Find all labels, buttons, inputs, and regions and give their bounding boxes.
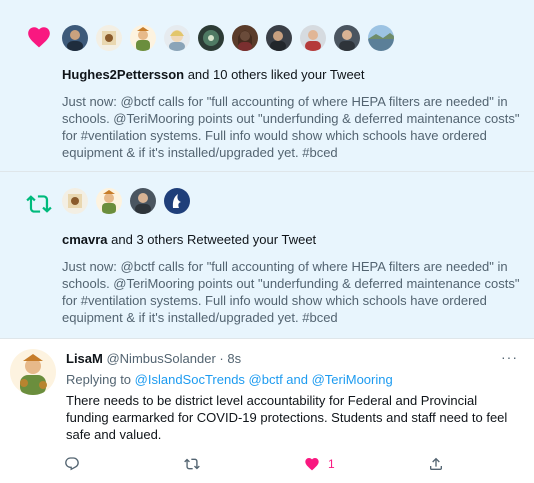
avatar[interactable] [130, 188, 156, 214]
tweet-time[interactable]: · 8s [216, 351, 241, 366]
reply-icon [65, 457, 79, 471]
retweet-button[interactable] [184, 456, 200, 472]
heart-icon [28, 27, 50, 48]
replying-to-links[interactable]: @IslandSocTrends @bctf and @TeriMooring [135, 372, 393, 387]
avatar[interactable] [164, 188, 190, 214]
retweet-notification[interactable]: cmavra and 3 others Retweeted your Tweet… [0, 172, 534, 339]
replying-to: Replying to @IslandSocTrends @bctf and @… [66, 372, 393, 387]
avatar[interactable] [10, 349, 56, 395]
avatar[interactable] [164, 25, 190, 51]
retweeter-avatars [62, 188, 190, 214]
author-handle[interactable]: @NimbusSolander [106, 351, 215, 366]
share-icon [430, 457, 442, 470]
avatar[interactable] [96, 25, 122, 51]
avatar[interactable] [368, 25, 394, 51]
like-button[interactable]: 1 [304, 456, 335, 472]
reply-tweet[interactable]: LisaM @NimbusSolander · 8s ··· Replying … [0, 339, 534, 483]
avatar[interactable] [130, 25, 156, 51]
avatar[interactable] [266, 25, 292, 51]
avatar[interactable] [62, 188, 88, 214]
liker-avatars [62, 25, 394, 51]
replying-prefix: Replying to [66, 372, 135, 387]
avatar[interactable] [300, 25, 326, 51]
retweet-icon [26, 195, 52, 213]
author-name[interactable]: LisaM [66, 351, 103, 366]
like-summary: Hughes2Pettersson and 10 others liked yo… [62, 67, 365, 82]
summary-text: and 3 others Retweeted your Tweet [107, 232, 317, 247]
heart-icon [305, 458, 319, 471]
actor-name[interactable]: Hughes2Pettersson [62, 67, 184, 82]
avatar[interactable] [232, 25, 258, 51]
avatar[interactable] [96, 188, 122, 214]
avatar[interactable] [334, 25, 360, 51]
liked-tweet-text: Just now: @bctf calls for "full accounti… [62, 94, 520, 160]
summary-text: and 10 others liked your Tweet [184, 67, 365, 82]
like-notification[interactable]: Hughes2Pettersson and 10 others liked yo… [0, 0, 534, 172]
retweet-summary: cmavra and 3 others Retweeted your Tweet [62, 232, 316, 247]
tweet-actions: 1 [60, 456, 460, 476]
more-options-icon[interactable]: ··· [501, 349, 518, 365]
reply-button[interactable] [64, 456, 80, 472]
retweeted-tweet-text: Just now: @bctf calls for "full accounti… [62, 259, 520, 325]
tweet-header: LisaM @NimbusSolander · 8s [66, 351, 241, 366]
tweet-text: There needs to be district level account… [66, 393, 508, 442]
retweet-icon [184, 458, 200, 470]
share-button[interactable] [428, 456, 444, 472]
actor-name[interactable]: cmavra [62, 232, 108, 247]
like-count: 1 [328, 457, 335, 471]
avatar[interactable] [198, 25, 224, 51]
avatar[interactable] [62, 25, 88, 51]
